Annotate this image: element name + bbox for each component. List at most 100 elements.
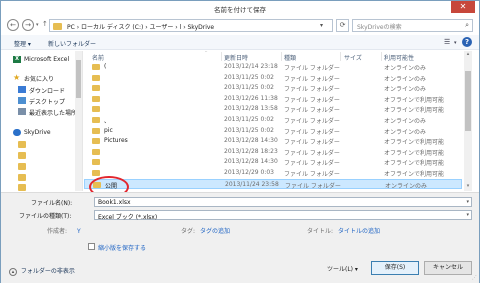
tags-value[interactable]: タグの追加 xyxy=(200,228,230,235)
refresh-button[interactable]: ⟳ xyxy=(336,19,349,32)
column-divider[interactable] xyxy=(381,52,382,61)
sidebar-scrollbar[interactable] xyxy=(75,51,82,191)
file-row[interactable]: 2013/11/25 0:02 ファイル フォルダー オンラインのみ xyxy=(84,83,462,93)
view-options-icon[interactable]: ☰ xyxy=(444,38,450,46)
column-header-date[interactable]: 更新日時 xyxy=(224,53,248,62)
sidebar-item-label: ダウンロード xyxy=(29,88,66,95)
chevron-up-icon: ▴ xyxy=(9,268,17,276)
file-type: ファイル フォルダー xyxy=(284,171,340,178)
author-value[interactable]: Y xyxy=(77,228,81,235)
sidebar-item-label: 最近表示した場所 xyxy=(29,110,78,117)
new-folder-button[interactable]: 新しいフォルダー xyxy=(48,39,96,48)
folder-icon xyxy=(18,174,26,181)
column-divider[interactable] xyxy=(340,52,341,61)
folder-icon xyxy=(18,163,26,170)
folder-icon xyxy=(92,106,100,113)
filetype-select[interactable]: Excel ブック (*.xlsx) ▾ xyxy=(94,210,472,221)
search-input[interactable]: SkyDriveの検索 ⌕ xyxy=(352,19,473,32)
filename-field[interactable]: Book1.xlsx ▾ xyxy=(94,197,472,207)
checkbox-box[interactable] xyxy=(88,243,95,250)
up-button[interactable]: ↑ xyxy=(42,20,48,28)
chevron-down-icon[interactable]: ▾ xyxy=(466,212,469,218)
column-header-availability[interactable]: 利用可能性 xyxy=(384,53,414,62)
file-row[interactable]: Pictures 2013/12/28 14:30 ファイル フォルダー オフラインで… xyxy=(84,136,462,146)
chevron-down-icon[interactable]: ▾ xyxy=(466,199,469,205)
scroll-up-icon[interactable]: ▴ xyxy=(464,51,472,59)
file-name: Pictures xyxy=(104,137,128,145)
sidebar-item-folder[interactable] xyxy=(1,162,76,173)
sidebar-item-favorites[interactable]: ★ お気に入り xyxy=(1,73,76,84)
file-row[interactable]: 2013/11/25 0:02 ファイル フォルダー オンラインのみ xyxy=(84,73,462,83)
file-row[interactable]: 2013/12/28 14:30 ファイル フォルダー オフラインで利用可能 xyxy=(84,157,462,167)
file-availability: オフラインで利用可能 xyxy=(384,96,445,104)
file-type: ファイル フォルダー xyxy=(284,86,340,94)
excel-icon: X xyxy=(13,56,21,63)
forward-button[interactable]: → xyxy=(22,19,34,31)
toolbar: 整理 ▾ 新しいフォルダー ☰ ▾ ? xyxy=(1,35,479,50)
resize-grip-icon[interactable]: ⋰ xyxy=(472,275,477,281)
sidebar-item-downloads[interactable]: ダウンロード xyxy=(1,85,76,96)
file-type: ファイル フォルダー xyxy=(284,107,340,115)
file-row[interactable]: (2013/12/14 23:18 ファイル フォルダー オンラインのみ xyxy=(84,62,462,72)
tags-label: タグ: xyxy=(181,228,196,235)
sidebar-item-folder[interactable] xyxy=(1,140,76,151)
chevron-down-icon[interactable]: ▾ xyxy=(454,40,457,46)
sidebar-item-excel[interactable]: X Microsoft Excel xyxy=(1,55,76,66)
filename-value: Book1.xlsx xyxy=(98,199,131,206)
sidebar-item-desktop[interactable]: デスクトップ xyxy=(1,96,76,107)
cancel-button[interactable]: キャンセル xyxy=(424,261,472,275)
sidebar-item-skydrive[interactable]: SkyDrive xyxy=(1,128,76,139)
scroll-down-icon[interactable]: ▾ xyxy=(464,183,472,191)
scrollbar-thumb[interactable] xyxy=(465,71,471,131)
sidebar-item-folder[interactable] xyxy=(1,183,76,191)
breadcrumb[interactable]: PC › ローカル ディスク (C:) › ユーザー › l › SkyDriv… xyxy=(67,22,214,31)
sidebar-item-label: お気に入り xyxy=(24,76,55,83)
column-divider[interactable] xyxy=(221,52,222,61)
file-row[interactable]: 2013/12/28 13:58 ファイル フォルダー オフラインで利用可能 xyxy=(84,104,462,114)
hide-folders-button[interactable]: ▴ フォルダーの非表示 xyxy=(9,266,75,276)
file-row[interactable]: 2013/12/28 18:23 ファイル フォルダー オフラインで利用可能 xyxy=(84,147,462,157)
file-row[interactable]: 2013/12/26 11:38 ファイル フォルダー オフラインで利用可能 xyxy=(84,94,462,104)
sidebar-item-recent[interactable]: 最近表示した場所 xyxy=(1,107,78,118)
file-date: 2013/11/25 0:02 xyxy=(224,126,274,134)
file-date: 2013/12/14 23:18 xyxy=(224,63,278,70)
save-button[interactable]: 保存(S) xyxy=(371,261,419,275)
author-meta: 作成者: Y xyxy=(47,226,81,235)
file-availability: オフラインで利用可能 xyxy=(384,160,445,168)
file-date: 2013/11/24 23:58 xyxy=(225,180,279,188)
recent-locations-icon[interactable]: ▾ xyxy=(36,22,39,28)
file-availability: オフラインで利用可能 xyxy=(384,107,445,115)
file-type: ファイル フォルダー xyxy=(284,96,340,104)
author-label: 作成者: xyxy=(47,228,68,235)
organize-button[interactable]: 整理 ▾ xyxy=(14,39,31,48)
sidebar-item-folder[interactable] xyxy=(1,151,76,162)
scrollbar-thumb[interactable] xyxy=(76,60,81,98)
file-row[interactable]: 公開 2013/11/24 23:58 ファイル フォルダー オンラインのみ xyxy=(84,178,462,190)
file-date: 2013/12/26 11:38 xyxy=(224,94,278,102)
file-list-scrollbar[interactable]: ▴ ▾ xyxy=(464,51,472,191)
file-date: 2013/12/28 18:23 xyxy=(224,147,278,155)
column-header-size[interactable]: サイズ xyxy=(344,53,362,62)
column-divider[interactable] xyxy=(281,52,282,61)
sidebar-item-label: SkyDrive xyxy=(24,129,51,136)
file-row[interactable]: pic 2013/11/25 0:02 ファイル フォルダー オンラインのみ xyxy=(84,126,462,136)
chevron-down-icon[interactable]: ▾ xyxy=(320,22,323,29)
sort-indicator-icon: ⌃ xyxy=(204,51,209,56)
column-header-type[interactable]: 種類 xyxy=(284,53,296,62)
address-bar[interactable]: PC › ローカル ディスク (C:) › ユーザー › l › SkyDriv… xyxy=(49,19,333,32)
file-date: 2013/11/25 0:02 xyxy=(224,116,274,123)
folder-icon xyxy=(92,64,100,70)
file-row[interactable]: 、 2013/11/25 0:02 ファイル フォルダー オンラインのみ xyxy=(84,115,462,125)
back-button[interactable]: ← xyxy=(7,19,19,31)
folder-icon xyxy=(92,127,100,134)
folder-icon xyxy=(92,74,100,81)
close-button[interactable]: ✕ xyxy=(451,1,475,13)
dialog-title: 名前を付けて保存 xyxy=(214,6,266,14)
column-header-name[interactable]: 名前 xyxy=(92,53,104,62)
file-type: ファイル フォルダー xyxy=(284,75,340,83)
file-row[interactable]: 2013/12/29 0:03 ファイル フォルダー オフラインで利用可能 xyxy=(84,168,462,178)
help-button[interactable]: ? xyxy=(462,37,472,47)
title-value[interactable]: タイトルの追加 xyxy=(338,228,380,235)
filetype-value: Excel ブック (*.xlsx) xyxy=(98,214,158,221)
tools-menu[interactable]: ツール(L) ▾ xyxy=(327,264,358,273)
